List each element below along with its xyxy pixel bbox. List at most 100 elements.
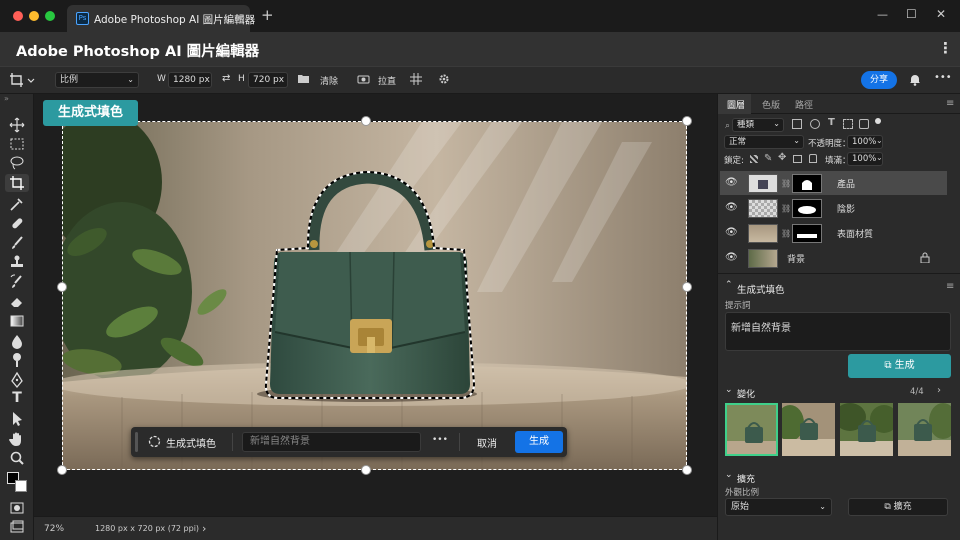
layer-row-shadow[interactable]: 👁 ⛓ 陰影 xyxy=(720,196,947,220)
crop-handle-left[interactable] xyxy=(57,282,67,292)
crop-boundary[interactable] xyxy=(62,121,687,470)
new-tab-icon[interactable]: + xyxy=(261,6,274,24)
straighten-icon[interactable] xyxy=(357,74,370,84)
variation-thumbnail-1[interactable] xyxy=(725,403,778,456)
lock-position-icon[interactable]: ✥ xyxy=(778,152,786,163)
opacity-chevron-icon[interactable]: ⌄ xyxy=(876,136,883,145)
tab-paths[interactable]: 路徑 xyxy=(795,98,813,111)
eye-icon[interactable]: 👁 xyxy=(725,202,738,213)
share-button[interactable]: 分享 xyxy=(861,71,897,89)
panel-menu-icon[interactable]: ≡ xyxy=(946,98,954,109)
prompt-textarea[interactable]: 新增自然背景 xyxy=(725,312,951,351)
eye-icon[interactable]: 👁 xyxy=(725,227,738,238)
grid-overlay-icon[interactable] xyxy=(410,73,422,85)
filter-shape-icon[interactable] xyxy=(843,119,853,129)
next-variation-icon[interactable]: › xyxy=(937,385,941,396)
type-tool-icon[interactable]: T xyxy=(8,390,26,408)
lock-artboard-icon[interactable] xyxy=(793,155,802,163)
height-input[interactable]: 720 px xyxy=(248,72,288,88)
zoom-tool-icon[interactable] xyxy=(8,449,26,467)
filter-smart-object-icon[interactable] xyxy=(859,119,869,129)
variations-chevron-icon[interactable]: ⌄ xyxy=(725,385,733,395)
blend-mode-select[interactable]: 正常 ⌄ xyxy=(724,135,804,149)
maximize-icon[interactable]: ☐ xyxy=(906,7,917,21)
tab-close-icon[interactable]: ✕ xyxy=(235,11,245,25)
gradient-tool-icon[interactable] xyxy=(8,312,26,330)
filter-toggle-icon[interactable] xyxy=(875,118,881,124)
filter-adjustment-icon[interactable] xyxy=(810,119,820,129)
layer-row-background[interactable]: 👁 背景 xyxy=(720,246,947,270)
panel-generate-button[interactable]: ⧉ 生成 xyxy=(848,354,951,378)
crop-handle-right[interactable] xyxy=(682,282,692,292)
marquee-tool-icon[interactable] xyxy=(8,135,26,153)
active-tab[interactable]: Ps Adobe Photoshop AI 圖片編輯器 ✕ xyxy=(67,5,255,32)
notifications-bell-icon[interactable] xyxy=(909,73,921,86)
collapse-chevron-icon[interactable]: ⌃ xyxy=(725,280,733,290)
eye-icon[interactable]: 👁 xyxy=(725,177,738,188)
clone-stamp-icon[interactable] xyxy=(8,253,26,271)
background-color-swatch[interactable] xyxy=(15,480,27,492)
status-chevron-icon[interactable]: › xyxy=(202,522,206,535)
settings-gear-icon[interactable] xyxy=(438,73,450,85)
lock-all-icon[interactable] xyxy=(809,154,817,163)
fill-chevron-icon[interactable]: ⌄ xyxy=(876,153,883,162)
zoom-level[interactable]: 72% xyxy=(44,524,64,534)
aspect-ratio-select[interactable]: 原始 ⌄ xyxy=(725,498,832,516)
link-icon[interactable]: ⛓ xyxy=(781,179,791,188)
eye-icon[interactable]: 👁 xyxy=(725,252,738,263)
crop-handle-bottom[interactable] xyxy=(361,465,371,475)
window-close-icon[interactable]: ✕ xyxy=(936,7,946,21)
tab-channels[interactable]: 色版 xyxy=(762,98,780,111)
pen-tool-icon[interactable] xyxy=(8,371,26,389)
variation-thumbnail-4[interactable] xyxy=(898,403,951,456)
clear-button[interactable]: 清除 xyxy=(320,74,338,87)
window-minimize-dot[interactable] xyxy=(29,11,39,21)
move-tool-icon[interactable] xyxy=(8,116,26,134)
ctx-more-icon[interactable]: ••• xyxy=(432,435,448,445)
crop-handle-top-right[interactable] xyxy=(682,116,692,126)
screen-mode-icon[interactable] xyxy=(8,518,26,536)
minimize-icon[interactable]: — xyxy=(877,8,888,21)
layer-row-surface[interactable]: 👁 ⛓ 表面材質 xyxy=(720,221,947,245)
swap-icon[interactable]: ⇄ xyxy=(222,73,230,84)
hand-tool-icon[interactable] xyxy=(8,430,26,448)
blur-tool-icon[interactable] xyxy=(8,332,26,350)
filter-pixel-icon[interactable] xyxy=(792,119,802,129)
lock-pixels-icon[interactable]: ✎ xyxy=(764,153,772,164)
window-zoom-dot[interactable] xyxy=(45,11,55,21)
quick-mask-icon[interactable] xyxy=(8,499,26,517)
brush-tool-icon[interactable] xyxy=(8,234,26,252)
history-brush-icon[interactable] xyxy=(8,273,26,291)
straighten-button[interactable]: 拉直 xyxy=(378,74,396,87)
eyedropper-tool-icon[interactable] xyxy=(8,195,26,213)
ctx-generate-button[interactable]: 生成 xyxy=(515,431,563,453)
genfill-menu-icon[interactable]: ≡ xyxy=(946,281,954,292)
crop-tool-icon-active[interactable] xyxy=(5,174,29,192)
crop-handle-top[interactable] xyxy=(361,116,371,126)
app-menu-icon[interactable]: ⋮ xyxy=(938,39,953,57)
variation-thumbnail-3[interactable] xyxy=(840,403,893,456)
folder-icon[interactable] xyxy=(298,74,309,84)
link-icon[interactable]: ⛓ xyxy=(781,204,791,213)
layer-row-product[interactable]: 👁 ⛓ 產品 xyxy=(720,171,947,195)
variation-thumbnail-2[interactable] xyxy=(782,403,835,456)
expand-button[interactable]: ⧉ 擴充 xyxy=(848,498,948,516)
kind-filter-select[interactable]: 種類 ⌄ xyxy=(732,118,784,132)
drag-handle[interactable] xyxy=(135,432,138,452)
expand-chevron-icon[interactable]: ⌄ xyxy=(725,470,733,480)
ratio-select[interactable]: 比例 ⌄ xyxy=(55,72,139,88)
filter-type-icon[interactable]: T xyxy=(828,117,835,128)
expand-toolbar-icon[interactable]: » xyxy=(4,94,9,103)
link-icon[interactable]: ⛓ xyxy=(781,229,791,238)
crop-tool-icon[interactable] xyxy=(9,72,35,88)
lock-transparency-icon[interactable] xyxy=(750,155,758,163)
more-options-icon[interactable]: ••• xyxy=(934,72,952,83)
healing-brush-icon[interactable] xyxy=(8,214,26,232)
lasso-tool-icon[interactable] xyxy=(8,154,26,172)
width-input[interactable]: 1280 px xyxy=(168,72,212,88)
dodge-tool-icon[interactable] xyxy=(8,351,26,369)
ctx-prompt-input[interactable]: 新增自然背景 xyxy=(242,432,421,452)
eraser-tool-icon[interactable] xyxy=(8,292,26,310)
crop-handle-bottom-left[interactable] xyxy=(57,465,67,475)
ctx-cancel-button[interactable]: 取消 xyxy=(477,435,497,450)
